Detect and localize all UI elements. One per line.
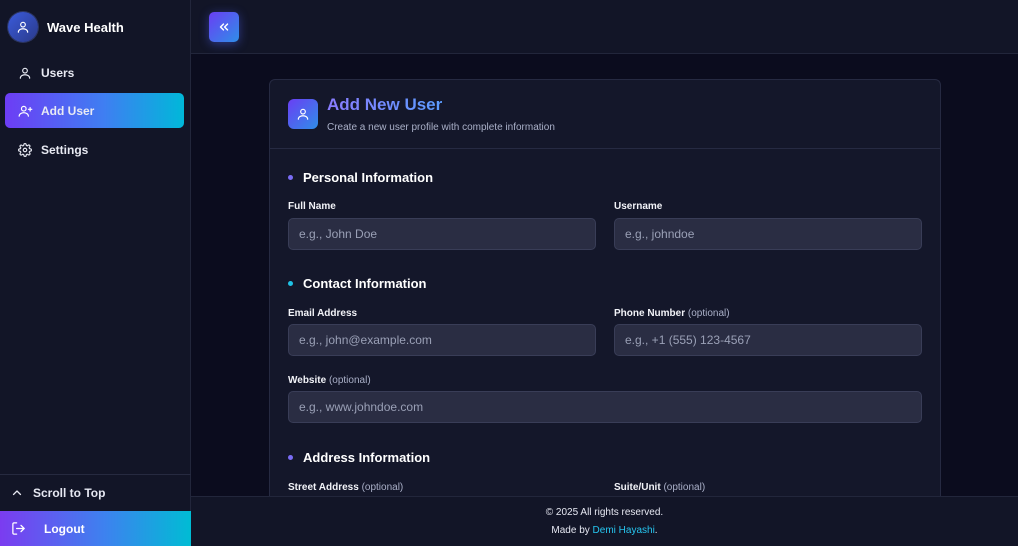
section-title: Personal Information (303, 170, 434, 185)
sidebar: Wave Health Users Add User Settings Scro… (0, 0, 191, 546)
made-by-text: Made by Demi Hayashi. (551, 525, 658, 536)
section-title: Address Information (303, 450, 431, 465)
username-input[interactable]: e.g., johndoe (614, 218, 922, 250)
website-placeholder: e.g., www.johndoe.com (299, 400, 424, 414)
section-personal-information: Personal Information (288, 170, 433, 185)
sidebar-item-add-user[interactable]: Add User (5, 93, 184, 128)
page-title: Add New User (327, 95, 443, 114)
scroll-to-top-button[interactable]: Scroll to Top (0, 475, 191, 511)
user-plus-icon (17, 103, 33, 119)
phone-label: Phone Number (optional) (614, 308, 730, 319)
card-header: Add New User Create a new user profile w… (270, 80, 940, 149)
email-label: Email Address (288, 308, 358, 319)
phone-input[interactable]: e.g., +1 (555) 123-4567 (614, 324, 922, 356)
copyright-text: © 2025 All rights reserved. (545, 507, 664, 518)
email-placeholder: e.g., john@example.com (299, 333, 432, 347)
website-input[interactable]: e.g., www.johndoe.com (288, 391, 922, 423)
full-name-label: Full Name (288, 201, 336, 212)
section-dot-icon (288, 455, 293, 460)
username-label: Username (614, 201, 663, 212)
sidebar-item-label: Users (41, 65, 75, 80)
username-placeholder: e.g., johndoe (625, 227, 695, 241)
email-input[interactable]: e.g., john@example.com (288, 324, 596, 356)
sidebar-item-label: Add User (41, 103, 95, 118)
scroll-to-top-label: Scroll to Top (33, 486, 106, 500)
gear-icon (17, 142, 33, 158)
section-contact-information: Contact Information (288, 276, 427, 291)
logout-icon (11, 521, 26, 536)
collapse-sidebar-button[interactable] (209, 12, 239, 42)
sidebar-footer: Scroll to Top (0, 474, 191, 511)
sidebar-item-label: Settings (41, 142, 89, 157)
sidebar-item-users[interactable]: Users (5, 55, 184, 90)
full-name-placeholder: e.g., John Doe (299, 227, 378, 241)
suite-unit-label: Suite/Unit (optional) (614, 482, 706, 493)
section-address-information: Address Information (288, 450, 430, 465)
user-icon (288, 99, 318, 129)
author-link[interactable]: Demi Hayashi (593, 525, 655, 536)
sidebar-item-settings[interactable]: Settings (5, 132, 184, 167)
logout-button[interactable]: Logout (0, 511, 191, 546)
user-icon (17, 65, 33, 81)
chevrons-left-icon (217, 20, 231, 34)
add-user-card: Add New User Create a new user profile w… (269, 79, 941, 519)
street-address-label: Street Address (optional) (288, 482, 404, 493)
brand-name: Wave Health (47, 19, 124, 35)
website-label: Website (optional) (288, 375, 371, 386)
chevron-up-icon (11, 487, 23, 499)
brand[interactable]: Wave Health (0, 0, 190, 54)
logout-label: Logout (44, 521, 85, 536)
brand-user-icon (8, 12, 38, 42)
phone-placeholder: e.g., +1 (555) 123-4567 (625, 333, 751, 347)
topbar (191, 0, 1018, 54)
section-title: Contact Information (303, 276, 427, 291)
section-dot-icon (288, 175, 293, 180)
section-dot-icon (288, 281, 293, 286)
page-subtitle: Create a new user profile with complete … (327, 122, 555, 133)
full-name-input[interactable]: e.g., John Doe (288, 218, 596, 250)
footer: © 2025 All rights reserved. Made by Demi… (191, 496, 1018, 546)
